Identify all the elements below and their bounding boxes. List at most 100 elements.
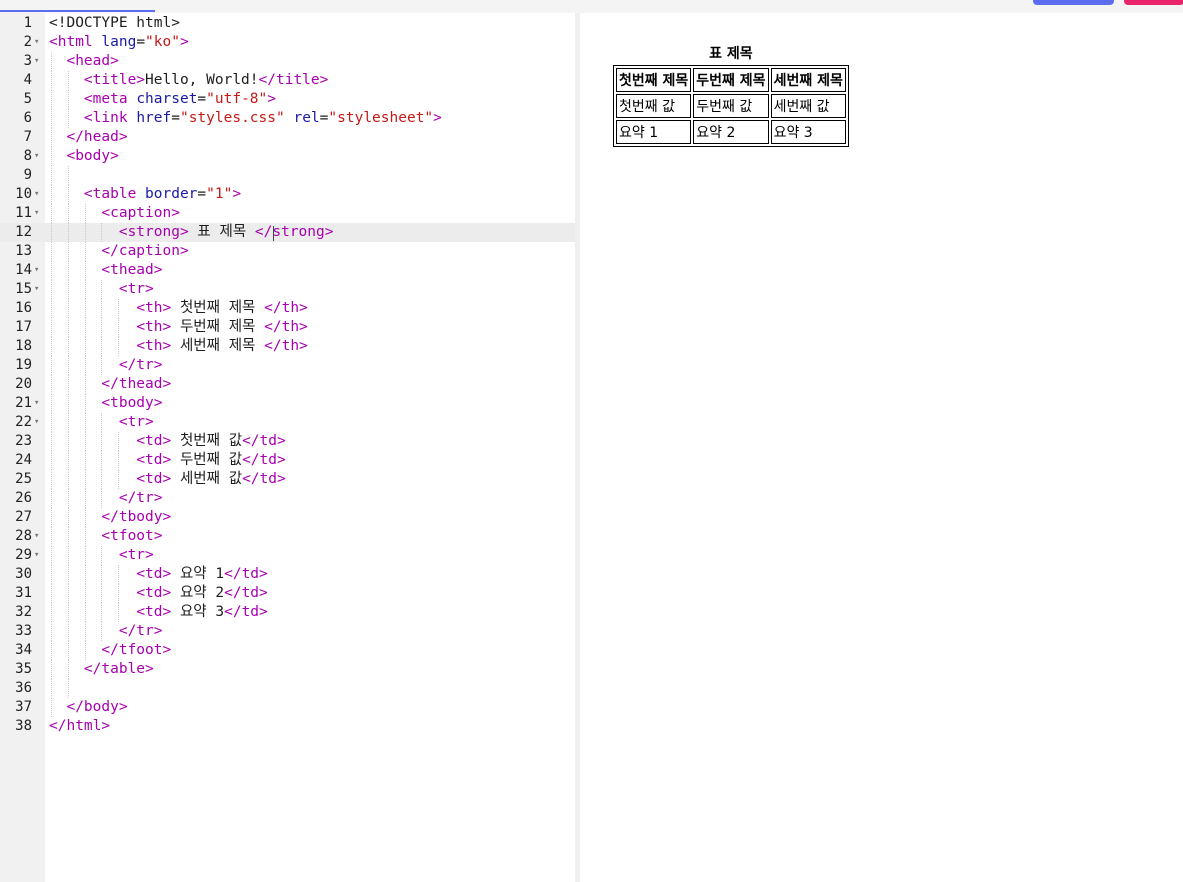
code-text[interactable]: </tbody>: [49, 508, 171, 527]
line-number: 35: [15, 661, 32, 677]
code-text[interactable]: <th> 첫번째 제목 </th>: [49, 299, 307, 318]
code-text[interactable]: <meta charset="utf-8">: [49, 90, 276, 109]
fold-arrow-icon[interactable]: ▾: [34, 185, 39, 204]
editor-line[interactable]: 4 <title>Hello, World!</title>: [0, 71, 575, 90]
editor-line[interactable]: 22 ▾ <tr>: [0, 413, 575, 432]
editor-line[interactable]: 3 ▾ <head>: [0, 52, 575, 71]
run-button[interactable]: [1033, 0, 1114, 5]
fold-arrow-icon[interactable]: ▾: [34, 413, 39, 432]
editor-line[interactable]: 12 <strong> 표 제목 </strong>: [0, 223, 575, 242]
editor-line[interactable]: 9: [0, 166, 575, 185]
reset-button[interactable]: [1124, 0, 1183, 5]
editor-line[interactable]: 11 ▾ <caption>: [0, 204, 575, 223]
fold-arrow-icon[interactable]: ▾: [34, 33, 39, 52]
code-text[interactable]: </tr>: [49, 622, 163, 641]
code-text[interactable]: <!DOCTYPE html>: [49, 14, 180, 33]
code-text[interactable]: </head>: [49, 128, 127, 147]
editor-line[interactable]: 6 <link href="styles.css" rel="styleshee…: [0, 109, 575, 128]
fold-arrow-icon[interactable]: ▾: [34, 204, 39, 223]
editor-line[interactable]: 8 ▾ <body>: [0, 147, 575, 166]
code-text[interactable]: <title>Hello, World!</title>: [49, 71, 328, 90]
editor-line[interactable]: 36: [0, 679, 575, 698]
editor-line[interactable]: 34 </tfoot>: [0, 641, 575, 660]
editor-line[interactable]: 7 </head>: [0, 128, 575, 147]
fold-arrow-icon[interactable]: ▾: [34, 394, 39, 413]
editor-line[interactable]: 35 </table>: [0, 660, 575, 679]
fold-arrow-icon[interactable]: ▾: [34, 52, 39, 71]
code-text[interactable]: </tr>: [49, 489, 163, 508]
editor-line[interactable]: 16 <th> 첫번째 제목 </th>: [0, 299, 575, 318]
preview-pane: 표 제목 첫번째 제목 두번째 제목 세번째 제목 첫번째 값 두번째 값 세번…: [580, 13, 1183, 882]
table-header-cell: 첫번째 제목: [616, 68, 692, 92]
editor-line[interactable]: 25 <td> 세번째 값</td>: [0, 470, 575, 489]
code-text[interactable]: <tr>: [49, 413, 154, 432]
code-text[interactable]: <tr>: [49, 280, 154, 299]
editor-line[interactable]: 18 <th> 세번째 제목 </th>: [0, 337, 575, 356]
editor-line[interactable]: 2 ▾ <html lang="ko">: [0, 33, 575, 52]
fold-arrow-icon[interactable]: ▾: [34, 261, 39, 280]
editor-line[interactable]: 20 </thead>: [0, 375, 575, 394]
code-text[interactable]: </thead>: [49, 375, 171, 394]
editor-line[interactable]: 32 <td> 요약 3</td>: [0, 603, 575, 622]
fold-arrow-icon[interactable]: ▾: [34, 147, 39, 166]
editor-line[interactable]: 23 <td> 첫번째 값</td>: [0, 432, 575, 451]
editor-line[interactable]: 27 </tbody>: [0, 508, 575, 527]
code-token: </tbody>: [101, 509, 172, 525]
code-text[interactable]: <tbody>: [49, 394, 162, 413]
code-text[interactable]: <link href="styles.css" rel="stylesheet"…: [49, 109, 442, 128]
code-text[interactable]: <caption>: [49, 204, 180, 223]
editor-line[interactable]: 33 </tr>: [0, 622, 575, 641]
code-text[interactable]: </html>: [49, 717, 110, 736]
code-text[interactable]: <tfoot>: [49, 527, 162, 546]
editor-line[interactable]: 5 <meta charset="utf-8">: [0, 90, 575, 109]
editor-line[interactable]: 14 ▾ <thead>: [0, 261, 575, 280]
code-text[interactable]: </tr>: [49, 356, 163, 375]
code-text[interactable]: </table>: [49, 660, 154, 679]
editor-line[interactable]: 29 ▾ <tr>: [0, 546, 575, 565]
code-text[interactable]: </caption>: [49, 242, 188, 261]
code-text[interactable]: <strong> 표 제목 </strong>: [49, 223, 334, 242]
code-editor[interactable]: 1 <!DOCTYPE html> 2 ▾ <html lang="ko"> 3 ▾ <he…: [0, 13, 575, 882]
editor-line[interactable]: 21 ▾ <tbody>: [0, 394, 575, 413]
fold-arrow-icon[interactable]: ▾: [34, 546, 39, 565]
code-text[interactable]: <td> 세번째 값</td>: [49, 470, 285, 489]
editor-line[interactable]: 10 ▾ <table border="1">: [0, 185, 575, 204]
code-text[interactable]: <thead>: [49, 261, 162, 280]
editor-line[interactable]: 30 <td> 요약 1</td>: [0, 565, 575, 584]
code-text[interactable]: <td> 요약 2</td>: [49, 584, 267, 603]
code-text[interactable]: <th> 두번째 제목 </th>: [49, 318, 307, 337]
code-text[interactable]: <td> 첫번째 값</td>: [49, 432, 285, 451]
code-text[interactable]: <td> 요약 1</td>: [49, 565, 267, 584]
editor-line[interactable]: 24 <td> 두번째 값</td>: [0, 451, 575, 470]
code-text[interactable]: <th> 세번째 제목 </th>: [49, 337, 307, 356]
table-header-cell: 두번째 제목: [693, 68, 769, 92]
code-text[interactable]: </tfoot>: [49, 641, 171, 660]
code-text[interactable]: <td> 요약 3</td>: [49, 603, 267, 622]
editor-line[interactable]: 38 </html>: [0, 717, 575, 736]
code-text[interactable]: <td> 두번째 값</td>: [49, 451, 285, 470]
editor-lines[interactable]: 1 <!DOCTYPE html> 2 ▾ <html lang="ko"> 3 ▾ <he…: [0, 14, 575, 736]
editor-line[interactable]: 28 ▾ <tfoot>: [0, 527, 575, 546]
code-token: 요약 3: [171, 604, 225, 620]
code-text[interactable]: <tr>: [49, 546, 154, 565]
editor-line[interactable]: 26 </tr>: [0, 489, 575, 508]
editor-line[interactable]: 13 </caption>: [0, 242, 575, 261]
active-tab-indicator[interactable]: [0, 10, 155, 12]
editor-line[interactable]: 1 <!DOCTYPE html>: [0, 14, 575, 33]
editor-line[interactable]: 37 </body>: [0, 698, 575, 717]
code-text[interactable]: <table border="1">: [49, 185, 241, 204]
editor-line[interactable]: 31 <td> 요약 2</td>: [0, 584, 575, 603]
fold-arrow-icon[interactable]: ▾: [34, 527, 39, 546]
code-text[interactable]: <head>: [49, 52, 118, 71]
editor-line[interactable]: 19 </tr>: [0, 356, 575, 375]
code-text[interactable]: </body>: [49, 698, 127, 717]
code-text[interactable]: <body>: [49, 147, 118, 166]
fold-arrow-icon[interactable]: ▾: [34, 280, 39, 299]
code-text[interactable]: <html lang="ko">: [49, 33, 189, 52]
editor-line[interactable]: 15 ▾ <tr>: [0, 280, 575, 299]
editor-line[interactable]: 17 <th> 두번째 제목 </th>: [0, 318, 575, 337]
